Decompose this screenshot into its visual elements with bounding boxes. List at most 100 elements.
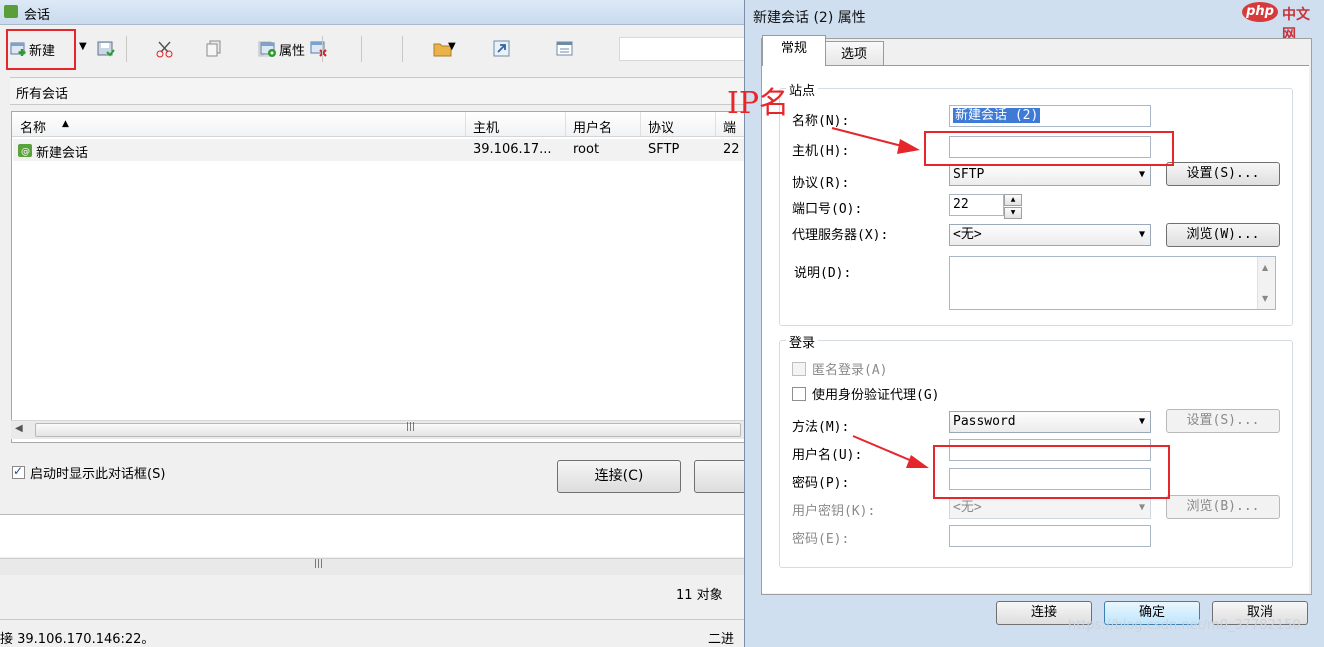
toolbar-separator xyxy=(361,36,362,62)
cut-icon[interactable] xyxy=(156,40,173,58)
highlight-credentials xyxy=(933,445,1170,499)
auth-agent-checkbox[interactable] xyxy=(792,386,806,401)
highlight-new-button xyxy=(6,29,76,70)
tab-general[interactable]: 常规 xyxy=(762,35,826,66)
auth-agent-label: 使用身份验证代理(G) xyxy=(812,388,940,403)
session-icon: @ xyxy=(18,144,32,161)
startup-checkbox-label: 启动时显示此对话框(S) xyxy=(30,467,166,482)
protocol-label: 协议(R): xyxy=(792,176,850,191)
session-row[interactable]: @ 新建会话 39.106.17... root SFTP 22 xyxy=(13,139,745,161)
status-text: 接 39.106.170.146:22。 xyxy=(0,632,155,647)
delete-icon[interactable] xyxy=(310,40,327,57)
startup-checkbox-row[interactable]: 启动时显示此对话框(S) xyxy=(12,463,165,482)
session-properties-dialog: 新建会话 (2) 属性 php 中文网 常规 选项 站点 名称(N): 新建会话… xyxy=(744,0,1324,647)
php-logo-badge: php xyxy=(1242,2,1278,22)
session-window-titlebar[interactable]: 会话 xyxy=(0,0,745,25)
session-list-hscrollbar[interactable]: ◀ ||| xyxy=(11,420,745,439)
new-dropdown-arrow-icon[interactable]: ▼ xyxy=(79,41,87,52)
column-header-name[interactable]: 名称 xyxy=(20,117,46,136)
anonymous-login-label: 匿名登录(A) xyxy=(812,363,888,378)
user-key-label: 用户密钥(K): xyxy=(792,504,876,519)
transfer-mode: 二进制 xyxy=(708,632,735,647)
view-options-icon[interactable] xyxy=(556,40,573,56)
user-key-select[interactable]: <无> ▼ xyxy=(949,497,1151,519)
sort-ascending-icon: ▲ xyxy=(62,119,69,129)
toolbar: 新建 ▼ 属性 ▼ xyxy=(0,30,745,68)
column-divider[interactable] xyxy=(640,112,641,136)
watermark: https://blog.csdn.net/m0_37782150 xyxy=(1068,618,1301,633)
session-window: 会话 新建 ▼ 属性 ▼ 所有会话 名称 ▲ 主机 用户名 协议 端 @ 新建会… xyxy=(0,0,745,647)
scroll-left-icon[interactable]: ◀ xyxy=(15,423,23,434)
search-input[interactable] xyxy=(619,37,745,61)
scroll-down-icon[interactable]: ▼ xyxy=(1262,294,1268,303)
save-session-icon[interactable] xyxy=(97,40,115,57)
proxy-browse-button[interactable]: 浏览(W)... xyxy=(1166,223,1280,247)
view-dropdown-arrow-icon[interactable]: ▼ xyxy=(448,41,456,52)
connect-button[interactable]: 连接(C) xyxy=(557,460,681,493)
scrollbar-thumb[interactable]: ||| xyxy=(35,422,741,437)
name-label: 名称(N): xyxy=(792,114,850,129)
session-name: 新建会话 xyxy=(36,146,89,161)
port-field[interactable]: 22 xyxy=(949,194,1004,216)
transfer-list[interactable] xyxy=(0,514,745,557)
description-label: 说明(D): xyxy=(794,266,852,281)
properties-button[interactable]: 属性 xyxy=(260,38,305,60)
dialog-title: 新建会话 (2) 属性 xyxy=(753,10,866,26)
session-window-title: 会话 xyxy=(24,8,51,23)
proxy-select[interactable]: <无> ▼ xyxy=(949,224,1151,246)
column-header-user[interactable]: 用户名 xyxy=(573,117,612,136)
column-divider[interactable] xyxy=(465,112,466,136)
folder-path: 所有会话 xyxy=(16,87,69,102)
user-key-browse-button[interactable]: 浏览(B)... xyxy=(1166,495,1280,519)
column-divider[interactable] xyxy=(565,112,566,136)
password-label: 密码(P): xyxy=(792,476,850,491)
method-settings-button[interactable]: 设置(S)... xyxy=(1166,409,1280,433)
grip-icon: ||| xyxy=(314,559,324,569)
column-header-protocol[interactable]: 协议 xyxy=(648,117,674,136)
anonymous-login-checkbox[interactable] xyxy=(792,361,806,376)
startup-checkbox[interactable] xyxy=(12,464,25,479)
properties-icon xyxy=(260,41,276,57)
user-key-value: <无> xyxy=(953,500,982,515)
auth-agent-row[interactable]: 使用身份验证代理(G) xyxy=(792,384,939,403)
session-list[interactable]: 名称 ▲ 主机 用户名 协议 端口 @ 新建会话 39.106.17... ro… xyxy=(11,111,745,443)
highlight-host-field xyxy=(924,131,1174,166)
session-port: 22 xyxy=(723,142,740,157)
method-select[interactable]: Password ▼ xyxy=(949,411,1151,433)
dropdown-arrow-icon: ▼ xyxy=(1138,229,1145,240)
name-field[interactable]: 新建会话 (2) xyxy=(949,105,1151,127)
object-count: 11 对象 xyxy=(676,588,723,603)
port-stepper[interactable]: ▲ ▼ xyxy=(1004,194,1022,219)
description-scrollbar[interactable]: ▲ ▼ xyxy=(1257,257,1275,309)
anonymous-login-row[interactable]: 匿名登录(A) xyxy=(792,359,887,378)
folder-path-bar[interactable]: 所有会话 xyxy=(10,77,745,105)
spin-up-icon[interactable]: ▲ xyxy=(1004,194,1022,206)
transfer-hscrollbar[interactable]: ||| xyxy=(0,558,745,575)
dialog-body: 常规 选项 站点 名称(N): 新建会话 (2) 主机(H): 协议(R): S… xyxy=(761,35,1312,595)
site-group-label: 站点 xyxy=(786,80,819,99)
dropdown-arrow-icon: ▼ xyxy=(1138,416,1145,427)
tab-options[interactable]: 选项 xyxy=(824,41,884,66)
folder-icon[interactable] xyxy=(433,40,452,57)
host-label: 主机(H): xyxy=(792,144,850,159)
svg-text:@: @ xyxy=(21,147,30,157)
passphrase-label: 密码(E): xyxy=(792,532,850,547)
scroll-up-icon[interactable]: ▲ xyxy=(1262,263,1268,272)
protocol-settings-button[interactable]: 设置(S)... xyxy=(1166,162,1280,186)
column-divider[interactable] xyxy=(715,112,716,136)
port-label: 端口号(O): xyxy=(792,202,863,217)
column-header-host[interactable]: 主机 xyxy=(473,117,499,136)
description-textarea[interactable]: ▲ ▼ xyxy=(949,256,1276,310)
close-button[interactable] xyxy=(694,460,745,493)
protocol-select[interactable]: SFTP ▼ xyxy=(949,164,1151,186)
session-user: root xyxy=(573,142,600,157)
toolbar-separator xyxy=(322,36,323,62)
spin-down-icon[interactable]: ▼ xyxy=(1004,207,1022,219)
protocol-value: SFTP xyxy=(953,167,985,182)
login-group-label: 登录 xyxy=(786,332,819,351)
shortcut-icon[interactable] xyxy=(493,40,510,57)
passphrase-field[interactable] xyxy=(949,525,1151,547)
copy-icon[interactable] xyxy=(206,40,222,57)
status-bar: 接 39.106.170.146:22。 二进制 xyxy=(0,619,745,647)
session-host: 39.106.17... xyxy=(473,142,552,157)
